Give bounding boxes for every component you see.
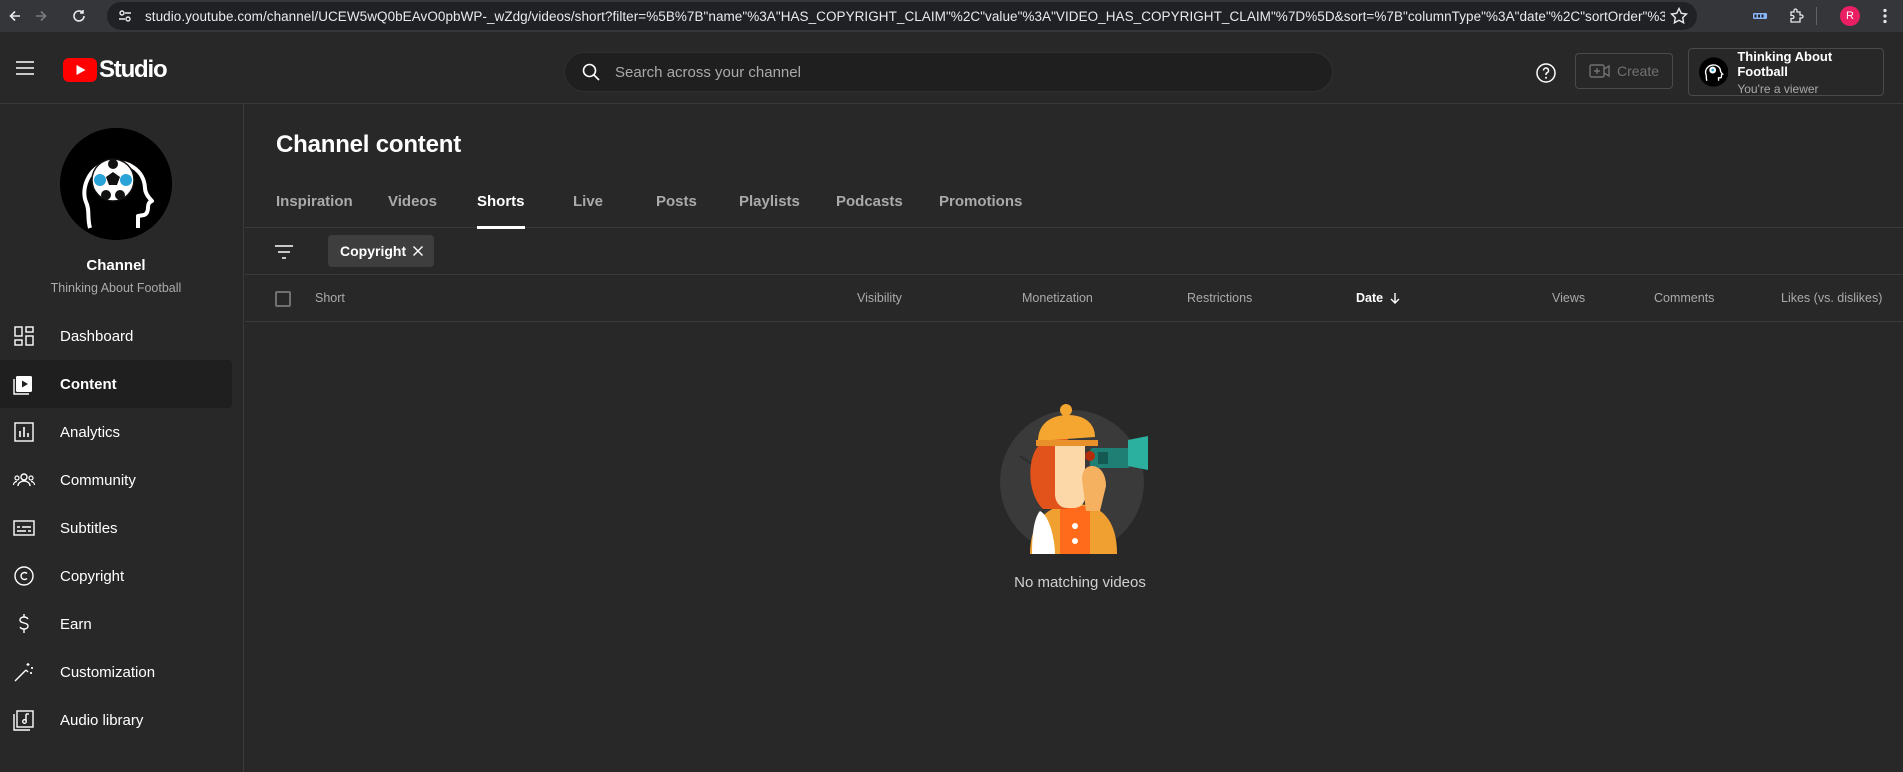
channel-name: Thinking About Football [50,281,182,295]
profile-avatar: R [1840,6,1860,26]
page-title: Channel content [276,131,462,158]
analytics-icon [14,422,34,442]
account-name: Thinking About Football [1737,48,1833,79]
sidebar-item-label: Audio library [60,711,144,729]
studio-header: Studio Create Thinking About Football Yo… [0,32,1903,104]
tab-playlists[interactable]: Playlists [739,184,800,228]
column-date[interactable]: Date [1356,291,1402,305]
sidebar-item-community[interactable]: Community [0,456,232,504]
forward-button[interactable] [28,0,54,32]
tab-promotions[interactable]: Promotions [939,184,1022,228]
sidebar-item-subtitles[interactable]: Subtitles [0,504,232,552]
create-button[interactable]: Create [1575,53,1673,89]
column-comments[interactable]: Comments [1654,291,1714,305]
customization-icon [14,663,33,682]
column-likes[interactable]: Likes (vs. dislikes) [1781,291,1882,305]
studio-logo-text: Studio [99,56,168,83]
sidebar: Channel Thinking About Football Dashboar… [0,104,244,772]
sidebar-item-earn[interactable]: Earn [0,600,232,648]
tab-live[interactable]: Live [573,184,603,228]
copyright-icon [14,566,34,586]
studio-logo[interactable]: Studio [63,56,168,84]
sidebar-item-analytics[interactable]: Analytics [0,408,232,456]
account-switcher[interactable]: Thinking About Football You're a viewer [1688,48,1884,96]
sidebar-item-label: Analytics [60,423,121,441]
sidebar-item-label: Earn [60,615,92,633]
reload-icon [73,10,85,22]
main-content: Channel content Inspiration Videos Short… [245,104,1903,772]
content-icon [13,376,32,395]
search-box[interactable] [564,52,1333,92]
site-info-icon[interactable] [111,2,139,30]
search-input[interactable] [615,63,1265,81]
column-short: Short [315,291,345,305]
hamburger-menu-icon[interactable] [13,56,37,80]
sidebar-item-dashboard[interactable]: Dashboard [0,312,232,360]
tab-posts[interactable]: Posts [656,184,697,228]
dashboard-icon [14,326,34,346]
reload-button[interactable] [66,0,92,32]
select-all-checkbox[interactable] [275,291,291,307]
channel-avatar[interactable] [60,128,172,240]
filter-chip-label: Copyright [340,243,407,259]
arrow-right-icon [36,10,47,22]
table-header: Short Visibility Monetization Restrictio… [245,276,1903,322]
url-text[interactable]: studio.youtube.com/channel/UCEW5wQ0bEAvO… [145,9,1665,24]
empty-state-message: No matching videos [1014,574,1146,591]
extension-menu-icon[interactable] [1748,0,1772,32]
empty-state-illustration [1000,396,1170,556]
filter-chip-copyright[interactable]: Copyright [328,235,434,267]
bookmark-star-icon[interactable] [1669,6,1689,26]
sidebar-item-label: Customization [60,663,156,681]
search-icon [582,63,600,81]
profile-button[interactable]: R [1838,0,1862,32]
back-button[interactable] [2,0,28,32]
sidebar-item-label: Subtitles [60,519,118,537]
arrow-left-icon [9,10,20,22]
community-icon [12,473,36,487]
toolbar-divider [1816,7,1817,25]
subtitles-icon [13,520,35,536]
create-video-icon [1589,64,1610,78]
sidebar-nav: Dashboard Content Analytics Community Su… [0,312,232,744]
content-tabs: Inspiration Videos Shorts Live Posts Pla… [245,184,1903,229]
puzzle-extensions-icon[interactable] [1784,0,1810,32]
column-date-label: Date [1356,291,1384,305]
filter-icon[interactable] [272,240,296,264]
arrow-down-icon [1390,293,1400,304]
youtube-play-logo-icon [63,58,97,82]
tab-shorts[interactable]: Shorts [477,184,525,229]
sidebar-item-label: Copyright [60,567,125,585]
tab-videos[interactable]: Videos [388,184,437,228]
create-button-label: Create [1616,63,1660,79]
close-icon[interactable] [410,243,426,259]
tab-inspiration[interactable]: Inspiration [276,184,353,228]
browser-toolbar: studio.youtube.com/channel/UCEW5wQ0bEAvO… [0,0,1903,32]
account-role: You're a viewer [1737,81,1819,96]
column-views[interactable]: Views [1552,291,1585,305]
column-monetization[interactable]: Monetization [1022,291,1093,305]
address-bar[interactable]: studio.youtube.com/channel/UCEW5wQ0bEAvO… [107,2,1697,30]
sidebar-item-audio-library[interactable]: Audio library [0,696,232,744]
help-icon[interactable] [1534,61,1558,85]
sidebar-item-label: Content [60,375,117,393]
earn-icon [19,614,29,633]
sidebar-item-customization[interactable]: Customization [0,648,232,696]
tab-podcasts[interactable]: Podcasts [836,184,903,228]
sidebar-item-label: Community [60,471,136,489]
sidebar-item-copyright[interactable]: Copyright [0,552,232,600]
column-visibility[interactable]: Visibility [857,291,902,305]
filter-bar: Copyright [245,229,1903,275]
column-restrictions[interactable]: Restrictions [1187,291,1252,305]
chrome-menu-icon[interactable] [1872,0,1898,32]
audio-library-icon [13,710,34,731]
channel-title: Channel [86,257,146,274]
sidebar-item-content[interactable]: Content [0,360,232,408]
sidebar-item-label: Dashboard [60,327,134,345]
account-avatar [1699,57,1729,87]
